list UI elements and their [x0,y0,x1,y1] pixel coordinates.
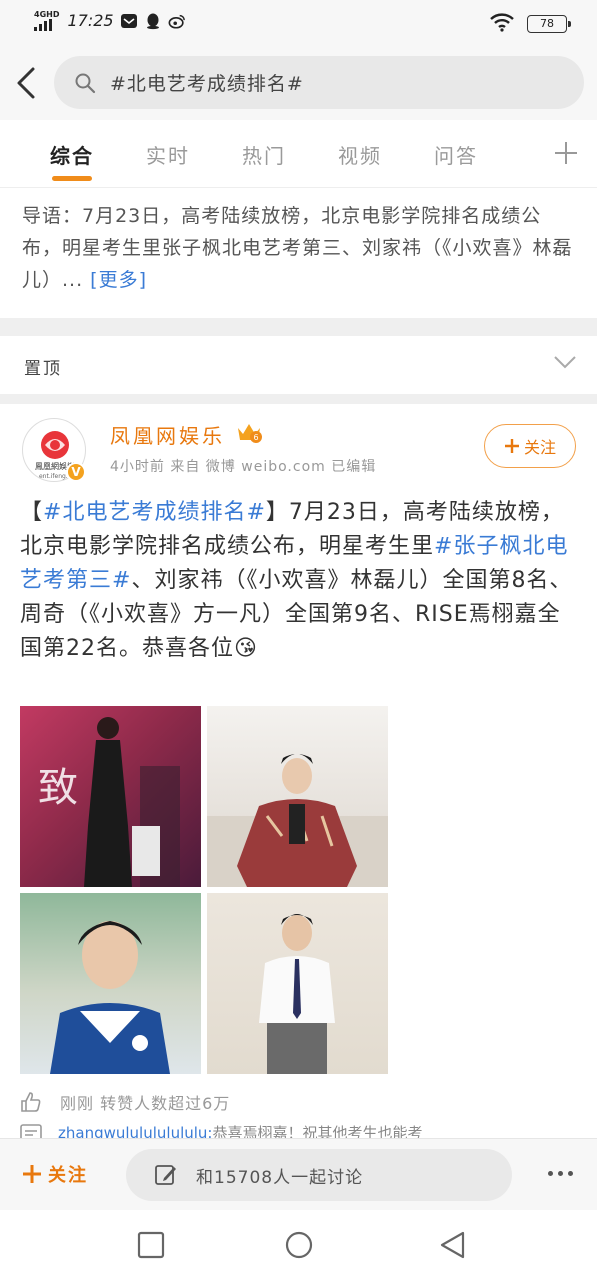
qq-icon [144,12,162,30]
section-divider [0,394,597,404]
more-options-icon[interactable] [548,1171,573,1176]
search-query: #北电艺考成绩排名# [110,73,304,95]
mail-icon [120,12,138,30]
tab-qa[interactable]: 问答 [434,140,478,169]
lead-summary: 导语：7月23日，高考陆续放榜，北京电影学院排名成绩公布，明星考生里张子枫北电艺… [22,200,577,296]
add-tab-button[interactable] [553,140,579,166]
back-button[interactable] [14,66,40,100]
repost-stats: 刚刚 转赞人数超过6万 [20,1090,230,1114]
pinned-label: 置顶 [24,359,62,379]
post-body: 【#北电艺考成绩排名#】7月23日，高考陆续放榜，北京电影学院排名成绩公布，明星… [20,496,578,666]
post-photo[interactable] [20,893,201,1074]
topic-link[interactable]: #北电艺考成绩排名# [43,500,266,525]
edit-icon [155,1165,176,1185]
photo-boy-school-uniform [50,921,170,1074]
system-nav-bar [0,1210,597,1280]
pinned-section[interactable]: 置顶 [0,336,597,394]
photo-backdrop-text: 致 [38,765,78,811]
search-input[interactable]: #北电艺考成绩排名# [54,56,584,109]
network-label: 4GHD [34,10,60,19]
tab-video[interactable]: 视频 [338,140,382,169]
tab-comprehensive[interactable]: 综合 [50,140,94,169]
bottom-action-bar: 关注 和15708人一起讨论 [0,1138,597,1210]
follow-topic-label: 关注 [48,1165,88,1186]
photo-woman-black-dress: 致 [38,717,180,887]
thumbs-up-icon [21,1092,41,1112]
verified-badge-icon: V [66,462,86,482]
status-bar: 4GHD 17:25 78 [0,0,597,44]
plus-icon [23,1165,41,1183]
plus-icon [555,142,577,164]
crown-badge-icon: 6 [238,424,262,443]
discuss-placeholder: 和15708人一起讨论 [196,1167,364,1188]
active-tab-indicator [52,176,92,181]
tab-hot[interactable]: 热门 [242,140,286,169]
likes-text: 刚刚 转赞人数超过6万 [60,1094,231,1113]
tab-realtime[interactable]: 实时 [146,140,190,169]
network-indicator: 4GHD [34,10,59,31]
wifi-icon [489,12,515,36]
post-text: 【 [20,500,44,525]
post-photo[interactable]: 致 [20,706,201,887]
lead-more-link[interactable]: [更多] [90,269,147,291]
clock: 17:25 [67,11,114,30]
signal-icon [34,19,52,31]
recent-apps-icon[interactable] [136,1230,166,1260]
post-meta: 4小时前 来自 微博 weibo.com 已编辑 [110,459,377,475]
status-right: 78 [489,12,571,36]
post-photo[interactable] [207,706,388,887]
back-arrow-icon [17,67,35,99]
plus-icon [504,439,519,453]
home-icon[interactable] [284,1230,314,1260]
chevron-down-icon[interactable] [553,354,577,370]
battery-icon: 78 [527,15,571,33]
author-name[interactable]: 凤凰网娱乐 [110,420,225,449]
discuss-input[interactable]: 和15708人一起讨论 [126,1149,512,1201]
search-header: #北电艺考成绩排名# [0,44,597,120]
follow-topic-button[interactable]: 关注 [22,1161,88,1187]
svg-text:6: 6 [253,433,258,442]
post-photo[interactable] [207,893,388,1074]
follow-label: 关注 [523,438,556,457]
nav-back-icon[interactable] [438,1230,468,1260]
weibo-icon [168,12,186,30]
status-left: 4GHD 17:25 [34,10,186,31]
section-divider [0,318,597,336]
photo-man-patterned-jacket [207,754,388,887]
photo-boy-white-shirt-tie [259,914,335,1074]
search-icon [75,73,96,93]
follow-button[interactable]: 关注 [484,424,576,468]
